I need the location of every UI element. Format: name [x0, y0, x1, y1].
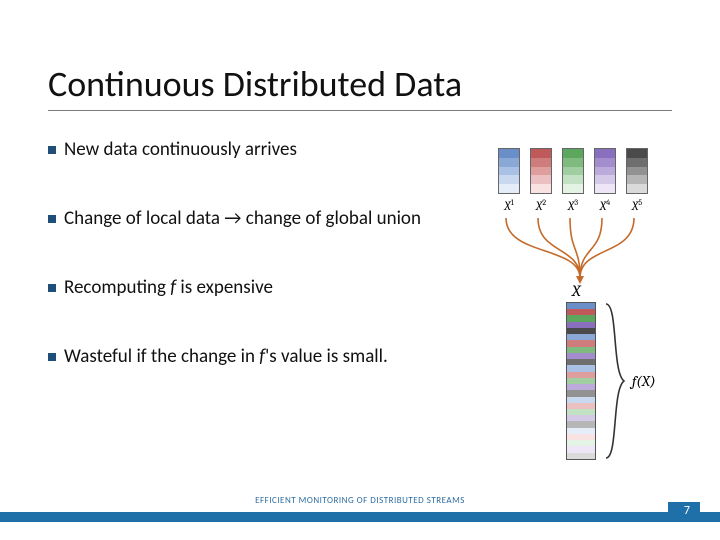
- bullet-icon: [48, 284, 56, 292]
- bullet-icon: [48, 353, 56, 361]
- bullet-item: Recomputing f is expensive: [48, 276, 478, 299]
- source-labels: X1 X2 X3 X4 X5: [498, 198, 648, 213]
- merge-curves-icon: [494, 216, 674, 286]
- source-stack: [530, 148, 552, 194]
- union-stack-wrap: [566, 302, 596, 460]
- footer-bar: [0, 512, 720, 522]
- bullet-icon: [48, 146, 56, 154]
- slide-title: Continuous Distributed Data: [48, 62, 672, 111]
- source-label: X4: [594, 198, 616, 213]
- bullet-list: New data continuously arrives Change of …: [48, 138, 478, 414]
- diagram: X1 X2 X3 X4 X5 X f(X): [498, 148, 708, 458]
- slide: Continuous Distributed Data New data con…: [0, 0, 720, 540]
- bullet-text: New data continuously arrives: [64, 138, 297, 161]
- bullet-text: Recomputing f is expensive: [64, 276, 273, 299]
- source-label: X2: [530, 198, 552, 213]
- union-label: X: [572, 282, 581, 300]
- source-stack: [562, 148, 584, 194]
- source-label: X3: [562, 198, 584, 213]
- source-stack: [594, 148, 616, 194]
- footer: EFFICIENT MONITORING OF DISTRIBUTED STRE…: [0, 484, 720, 540]
- bullet-item: Change of local data → change of global …: [48, 207, 478, 230]
- bullet-text: Change of local data → change of global …: [64, 207, 421, 230]
- source-label: X5: [626, 198, 648, 213]
- source-stack: [626, 148, 648, 194]
- union-stack: [566, 302, 596, 460]
- bullet-item: New data continuously arrives: [48, 138, 478, 161]
- source-label: X1: [498, 198, 520, 213]
- bullet-icon: [48, 215, 56, 223]
- footer-caption: EFFICIENT MONITORING OF DISTRIBUTED STRE…: [0, 495, 720, 506]
- source-stacks: [498, 148, 648, 194]
- source-stack: [498, 148, 520, 194]
- fx-label: f(X): [632, 372, 656, 390]
- brace-icon: [602, 302, 630, 460]
- bullet-item: Wasteful if the change in f's value is s…: [48, 345, 478, 368]
- page-number: 7: [684, 504, 690, 518]
- bullet-text: Wasteful if the change in f's value is s…: [64, 345, 388, 368]
